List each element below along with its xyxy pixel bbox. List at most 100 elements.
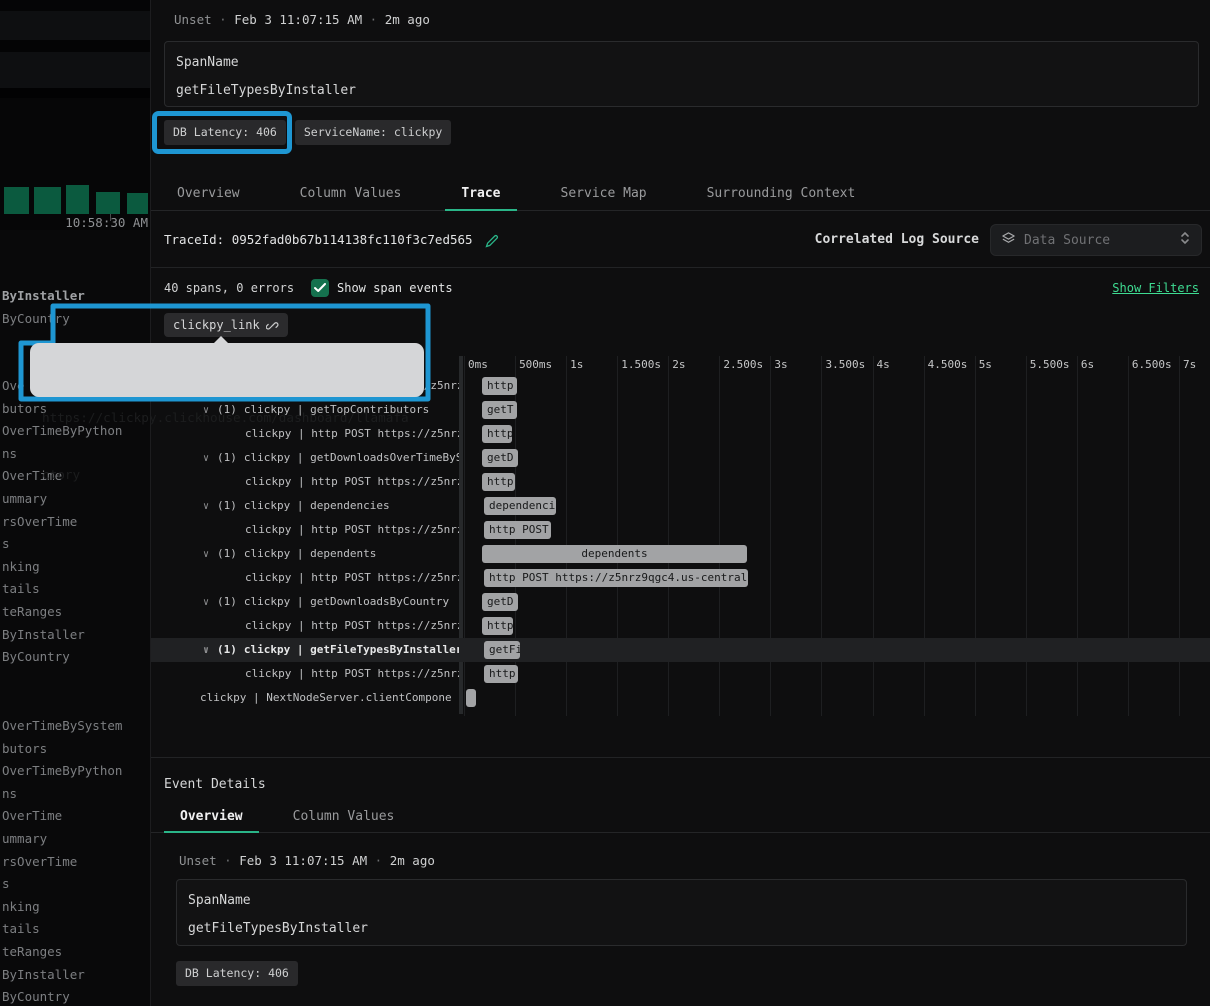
sidebar-truncated-item: teRanges	[2, 941, 150, 964]
span-row-label: clickpy | http POST https://z5nrz9	[245, 570, 459, 586]
sidebar-truncated-item: teRanges	[2, 601, 150, 624]
span-duration-bar[interactable]: http	[482, 425, 512, 443]
sidebar-truncated-item: s	[2, 533, 150, 556]
sidebar-list-bottom: OverTimeBySystembutorsOverTimeByPythonns…	[2, 715, 150, 1006]
sidebar-truncated-item: ByInstaller	[2, 964, 150, 987]
sidebar-band	[0, 11, 150, 40]
trace-span-row[interactable]: clickpy | http POST https://z5nrz9 http P…	[151, 566, 1210, 590]
span-duration-bar[interactable]: getFi	[484, 641, 520, 659]
span-duration-bar[interactable]: http	[482, 377, 517, 395]
tooltip-caret	[213, 336, 229, 344]
separator-dot: ·	[367, 853, 390, 868]
span-duration-bar[interactable]: getD	[482, 449, 518, 467]
span-duration-bar[interactable]: http	[482, 473, 515, 491]
sidebar-truncated-item: nking	[2, 556, 150, 579]
tooltip-url-line1: https://clickpy.clickhouse.com/dashboard…	[42, 408, 412, 427]
span-child-count: (1)	[217, 643, 237, 656]
sidebar-truncated-item: ns	[2, 783, 150, 806]
trace-span-row[interactable]: clickpy | http POST https://z5nrz9 http	[151, 662, 1210, 686]
chevron-down-icon[interactable]: ∨	[203, 595, 217, 610]
timestamp-text: Feb 3 11:07:15 AM	[239, 853, 367, 868]
histogram-bar	[127, 193, 148, 214]
sidebar-band	[0, 0, 150, 11]
axis-tick-label: 3s	[774, 358, 787, 371]
db-latency-badge-2[interactable]: DB Latency: 406	[176, 961, 298, 986]
span-child-count: (1)	[217, 595, 237, 608]
span-duration-bar[interactable]: dependenci	[484, 497, 556, 515]
span-name-text: clickpy | getDownloadsByCountry	[244, 595, 449, 608]
chevron-down-icon[interactable]: ∨	[203, 547, 217, 562]
span-name-text: clickpy | http POST https://z5nrz9	[245, 667, 459, 680]
relative-time-text: 2m ago	[390, 853, 435, 868]
span-duration-bar[interactable]: getT	[482, 401, 517, 419]
histogram-bar	[34, 187, 61, 214]
downloads-histogram	[0, 180, 150, 220]
sidebar-truncated-item: OverTime	[2, 805, 150, 828]
sidebar-band	[0, 88, 150, 98]
span-duration-bar[interactable]: http POST	[484, 521, 551, 539]
sidebar-truncated-item: ByInstaller	[2, 624, 150, 647]
badges-row-2: DB Latency: 406	[176, 961, 298, 986]
background-sidebar: 10:58:30 AM ByInstallerByCountry Ovebuto…	[0, 0, 150, 1006]
axis-tick-label: 4s	[877, 358, 890, 371]
axis-tick-label: 6s	[1081, 358, 1094, 371]
sidebar-truncated-item: ByInstaller	[2, 285, 150, 308]
chevron-down-icon[interactable]: ∨	[203, 643, 217, 658]
span-row-label: ∨(1) clickpy | dependents	[203, 546, 459, 562]
span-duration-bar[interactable]: getD	[482, 593, 518, 611]
axis-tick-label: 2s	[672, 358, 685, 371]
tooltip-url-line2: ctory	[42, 465, 412, 484]
span-name-text: clickpy | getFileTypesByInstaller	[244, 643, 459, 656]
trace-span-row[interactable]: clickpy | NextNodeServer.clientCompone	[151, 686, 1210, 710]
axis-tick-label: 5.500s	[1030, 358, 1070, 371]
span-name-card-2: SpanName getFileTypesByInstaller	[176, 879, 1187, 946]
axis-tick-label: 3.500s	[825, 358, 865, 371]
span-child-count: (1)	[217, 547, 237, 560]
axis-tick-label: 6.500s	[1132, 358, 1172, 371]
sidebar-band	[0, 52, 150, 88]
span-name-text: clickpy | dependents	[244, 547, 376, 560]
trace-span-row[interactable]: ∨(1) clickpy | getDownloadsByCountry getD	[151, 590, 1210, 614]
trace-span-row[interactable]: ∨(1) clickpy | getFileTypesByInstaller get…	[151, 638, 1210, 662]
sidebar-truncated-item: nking	[2, 896, 150, 919]
axis-tick-label: 1.500s	[621, 358, 661, 371]
span-row-label: ∨(1) clickpy | getDownloadsByCountry	[203, 594, 459, 610]
sidebar-truncated-item: OverTimeBySystem	[2, 715, 150, 738]
tab-overview[interactable]: Overview	[164, 803, 259, 833]
trace-span-row[interactable]: ∨(1) clickpy | dependents dependents	[151, 542, 1210, 566]
span-name-value: getFileTypesByInstaller	[188, 921, 368, 936]
event-meta-line-2: Unset · Feb 3 11:07:15 AM · 2m ago	[179, 853, 435, 868]
span-row-label: clickpy | http POST https://z5nrz9	[245, 618, 459, 634]
trace-span-row[interactable]: clickpy | http POST https://z5nrz9 http	[151, 614, 1210, 638]
sidebar-truncated-item: s	[2, 873, 150, 896]
trace-span-row[interactable]: clickpy | http POST https://z5nrz9 http P…	[151, 518, 1210, 542]
sidebar-truncated-item: ByCountry	[2, 308, 150, 331]
axis-tick-label: 0ms	[468, 358, 488, 371]
span-duration-bar[interactable]: dependents	[482, 545, 747, 563]
span-name-text: clickpy | http POST https://z5nrz9	[245, 619, 459, 632]
sidebar-truncated-item: tails	[2, 578, 150, 601]
span-row-label: clickpy | NextNodeServer.clientCompone	[200, 690, 459, 706]
histogram-bar	[66, 185, 89, 214]
sidebar-truncated-item: butors	[2, 738, 150, 761]
axis-tick-label: 2.500s	[723, 358, 763, 371]
sidebar-truncated-item: rsOverTime	[2, 511, 150, 534]
axis-tick-label: 1s	[570, 358, 583, 371]
span-duration-bar[interactable]	[466, 689, 476, 707]
sidebar-truncated-item: ByCountry	[2, 646, 150, 669]
span-name-text: clickpy | NextNodeServer.clientCompone	[200, 691, 452, 704]
sidebar-truncated-item: ummary	[2, 828, 150, 851]
separator-dot: ·	[217, 853, 240, 868]
event-details-tabs: Overview Column Values	[151, 803, 1210, 833]
sidebar-truncated-item: ByCountry	[2, 986, 150, 1006]
span-duration-bar[interactable]: http POST https://z5nrz9qgc4.us-central	[484, 569, 748, 587]
span-duration-bar[interactable]: http	[482, 617, 513, 635]
sidebar-truncated-item: OverTimeByPython	[2, 760, 150, 783]
status-text: Unset	[179, 853, 217, 868]
tab-column-values[interactable]: Column Values	[277, 803, 411, 832]
sidebar-truncated-item: rsOverTime	[2, 851, 150, 874]
link-url-tooltip: https://clickpy.clickhouse.com/dashboard…	[30, 343, 424, 397]
event-details-heading: Event Details	[164, 777, 266, 792]
span-duration-bar[interactable]: http	[484, 665, 518, 683]
span-name-text: clickpy | http POST https://z5nrz9	[245, 523, 459, 536]
